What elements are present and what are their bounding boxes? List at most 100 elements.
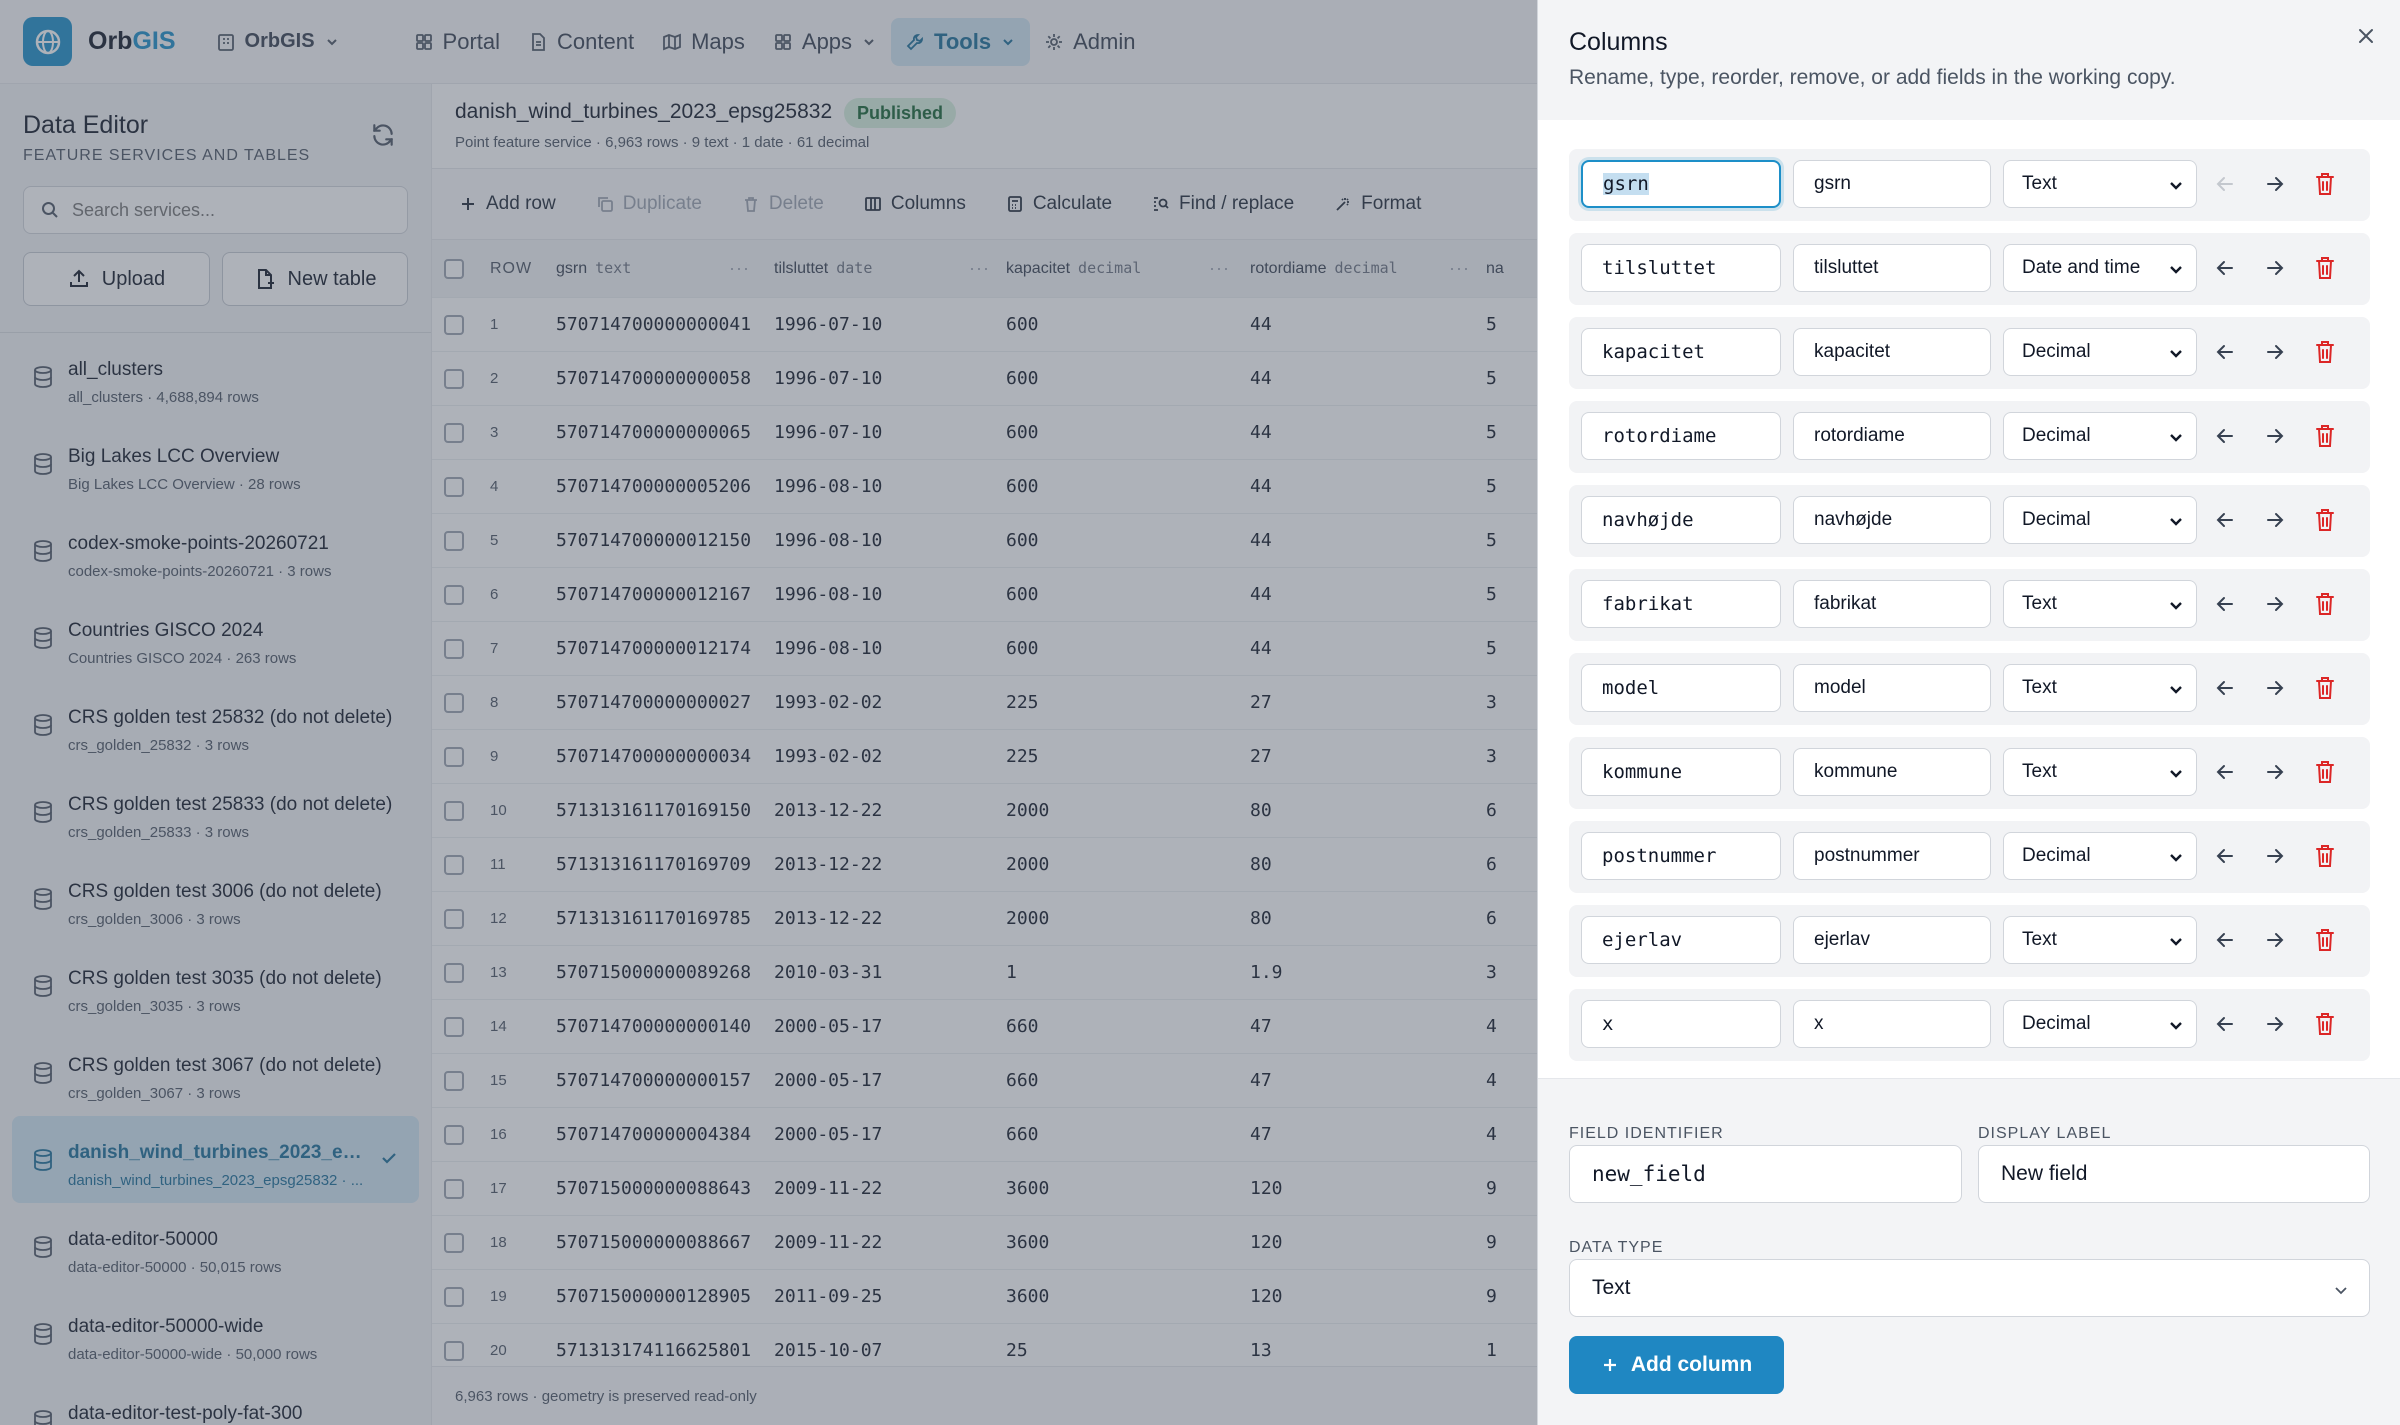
trash-icon[interactable]	[2313, 423, 2337, 449]
app-root: OrbGIS OrbGIS Portal Content Maps Apps T…	[0, 0, 2400, 1425]
arrow-right-icon[interactable]	[2263, 676, 2287, 700]
field-identifier-input[interactable]: fabrikat	[1581, 580, 1781, 628]
display-label-input[interactable]: rotordiame	[1793, 412, 1991, 460]
arrow-right-icon[interactable]	[2263, 172, 2287, 196]
display-label-label: DISPLAY LABEL	[1978, 1125, 2112, 1142]
display-label-input[interactable]: New field	[1978, 1145, 2370, 1203]
field-identifier-input[interactable]: postnummer	[1581, 832, 1781, 880]
display-label-input[interactable]: navhøjde	[1793, 496, 1991, 544]
arrow-right-icon[interactable]	[2263, 844, 2287, 868]
modal-backdrop[interactable]	[0, 0, 1537, 1425]
data-type-select[interactable]: Text	[1569, 1259, 2370, 1317]
chevron-down-icon	[2170, 182, 2182, 190]
arrow-left-icon[interactable]	[2213, 760, 2237, 784]
arrow-right-icon[interactable]	[2263, 592, 2287, 616]
chevron-down-icon	[2170, 518, 2182, 526]
arrow-left-icon[interactable]	[2213, 424, 2237, 448]
display-label-input[interactable]: fabrikat	[1793, 580, 1991, 628]
trash-icon[interactable]	[2313, 843, 2337, 869]
type-select[interactable]: Text	[2003, 664, 2197, 712]
chevron-down-icon	[2170, 434, 2182, 442]
field-identifier-input[interactable]: rotordiame	[1581, 412, 1781, 460]
chevron-down-icon	[2170, 938, 2182, 946]
field-identifier-input[interactable]: kapacitet	[1581, 328, 1781, 376]
field-identifier-text: postnummer	[1602, 845, 1717, 867]
field-identifier-input[interactable]: ejerlav	[1581, 916, 1781, 964]
type-select[interactable]: Text	[2003, 160, 2197, 208]
type-select[interactable]: Date and time	[2003, 244, 2197, 292]
display-label-input[interactable]: x	[1793, 1000, 1991, 1048]
field-identifier-input[interactable]: new_field	[1569, 1145, 1962, 1203]
chevron-down-icon	[2170, 686, 2182, 694]
trash-icon[interactable]	[2313, 1011, 2337, 1037]
arrow-left-icon[interactable]	[2213, 592, 2237, 616]
field-identifier-input[interactable]: gsrn	[1581, 160, 1781, 208]
trash-icon[interactable]	[2313, 171, 2337, 197]
trash-icon[interactable]	[2313, 255, 2337, 281]
display-label-input[interactable]: kapacitet	[1793, 328, 1991, 376]
arrow-left-icon[interactable]	[2213, 844, 2237, 868]
add-column-button[interactable]: Add column	[1569, 1336, 1784, 1394]
type-select-value: Decimal	[2022, 341, 2091, 362]
type-select[interactable]: Decimal	[2003, 1000, 2197, 1048]
arrow-left-icon[interactable]	[2213, 928, 2237, 952]
type-select[interactable]: Text	[2003, 916, 2197, 964]
type-select[interactable]: Decimal	[2003, 832, 2197, 880]
type-select-value: Text	[2022, 929, 2057, 950]
field-identifier-input[interactable]: tilsluttet	[1581, 244, 1781, 292]
field-identifier-input[interactable]: navhøjde	[1581, 496, 1781, 544]
arrow-left-icon[interactable]	[2213, 1012, 2237, 1036]
arrow-left-icon[interactable]	[2213, 508, 2237, 532]
trash-icon[interactable]	[2313, 339, 2337, 365]
type-select[interactable]: Text	[2003, 580, 2197, 628]
add-column-form: FIELD IDENTIFIER new_field DISPLAY LABEL…	[1538, 1078, 2400, 1425]
field-identifier-text: tilsluttet	[1602, 257, 1717, 279]
column-editor-row: model model Text	[1569, 653, 2370, 725]
type-select-value: Decimal	[2022, 845, 2091, 866]
arrow-left-icon[interactable]	[2213, 340, 2237, 364]
trash-icon[interactable]	[2313, 591, 2337, 617]
display-label-input[interactable]: postnummer	[1793, 832, 1991, 880]
arrow-right-icon[interactable]	[2263, 928, 2287, 952]
type-select-value: Date and time	[2022, 257, 2141, 278]
type-select[interactable]: Decimal	[2003, 328, 2197, 376]
arrow-left-icon[interactable]	[2213, 676, 2237, 700]
display-label-input[interactable]: kommune	[1793, 748, 1991, 796]
trash-icon[interactable]	[2313, 759, 2337, 785]
type-select-value: Text	[2022, 677, 2057, 698]
arrow-right-icon[interactable]	[2263, 424, 2287, 448]
arrow-right-icon[interactable]	[2263, 508, 2287, 532]
field-identifier-text: fabrikat	[1602, 593, 1694, 615]
display-label-input[interactable]: tilsluttet	[1793, 244, 1991, 292]
display-label-input[interactable]: gsrn	[1793, 160, 1991, 208]
field-identifier-input[interactable]: x	[1581, 1000, 1781, 1048]
trash-icon[interactable]	[2313, 507, 2337, 533]
type-select[interactable]: Text	[2003, 748, 2197, 796]
display-label-input[interactable]: ejerlav	[1793, 916, 1991, 964]
chevron-down-icon	[2335, 1287, 2347, 1295]
arrow-left-icon[interactable]	[2213, 172, 2237, 196]
columns-panel: Columns Rename, type, reorder, remove, o…	[1537, 0, 2400, 1425]
arrow-right-icon[interactable]	[2263, 1012, 2287, 1036]
field-identifier-input[interactable]: model	[1581, 664, 1781, 712]
field-identifier-label: FIELD IDENTIFIER	[1569, 1125, 1724, 1142]
arrow-right-icon[interactable]	[2263, 760, 2287, 784]
field-identifier-text: rotordiame	[1602, 425, 1717, 447]
arrow-left-icon[interactable]	[2213, 256, 2237, 280]
trash-icon[interactable]	[2313, 927, 2337, 953]
type-select[interactable]: Decimal	[2003, 412, 2197, 460]
data-type-value: Text	[1592, 1276, 1631, 1299]
display-label-input[interactable]: model	[1793, 664, 1991, 712]
trash-icon[interactable]	[2313, 675, 2337, 701]
data-type-label: DATA TYPE	[1569, 1239, 1664, 1256]
field-identifier-text: ejerlav	[1602, 929, 1683, 951]
field-identifier-input[interactable]: kommune	[1581, 748, 1781, 796]
column-editor-list: gsrn gsrn Text tilsluttet tilsluttet Date and…	[1538, 120, 2400, 1078]
column-editor-row: ejerlav ejerlav Text	[1569, 905, 2370, 977]
type-select-value: Text	[2022, 173, 2057, 194]
arrow-right-icon[interactable]	[2263, 256, 2287, 280]
arrow-right-icon[interactable]	[2263, 340, 2287, 364]
close-icon[interactable]	[2356, 26, 2376, 46]
type-select[interactable]: Decimal	[2003, 496, 2197, 544]
chevron-down-icon	[2170, 350, 2182, 358]
